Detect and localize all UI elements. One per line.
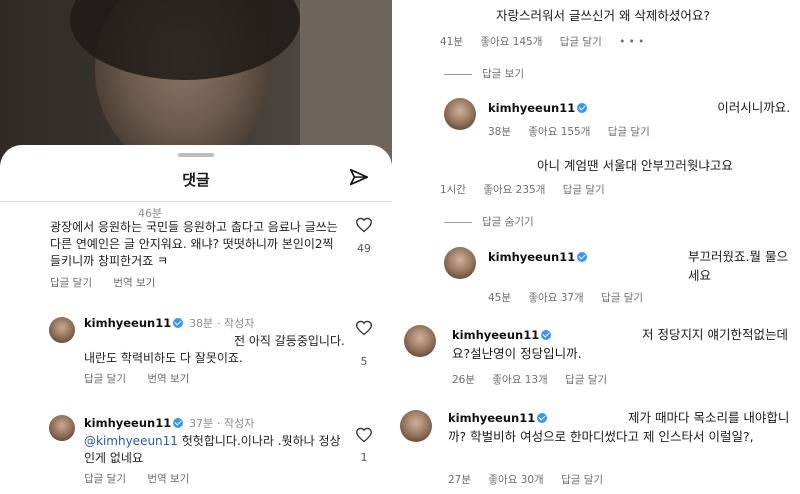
- reply-button[interactable]: 답글 달기: [560, 36, 602, 48]
- comments-sheet: 댓글 46분 광장에서 응원하는 국민들 응원하고 춥다고 음료나 글쓰는 다른…: [0, 145, 392, 494]
- hide-replies-label: 답글 숨기기: [482, 216, 534, 228]
- like-count[interactable]: 좋아요 235개: [483, 184, 545, 196]
- comment-time: 41분: [440, 36, 464, 48]
- comment-3-text: @kimhyeeun11 헛헛합니다.이나라 .뭣하나 정상인게 없네요: [84, 433, 346, 467]
- comment-text: 자랑스러워서 글쓰신거 왜 삭제하셨어요?: [496, 8, 711, 23]
- more-options-icon[interactable]: • • •: [619, 36, 644, 48]
- send-icon[interactable]: [348, 167, 370, 189]
- comment-header: kimhyeeun11 이러시니까요.: [488, 98, 790, 118]
- like-count[interactable]: 좋아요 37개: [528, 292, 583, 304]
- comment-text: 제가 때마다 목소리를 내야합니까? 학벌비하 여성으로 한마디썼다고 제 인스…: [448, 410, 790, 444]
- like-count[interactable]: 좋아요 145개: [480, 36, 542, 48]
- divider-line: [444, 73, 472, 75]
- avatar[interactable]: [444, 247, 476, 279]
- avatar[interactable]: [49, 415, 75, 441]
- like-count[interactable]: 좋아요 155개: [528, 126, 590, 138]
- verified-badge-icon: [173, 318, 184, 328]
- like-count: 1: [360, 451, 368, 464]
- photo-window: [300, 0, 392, 165]
- username[interactable]: kimhyeeun11: [488, 101, 575, 115]
- hide-replies-button[interactable]: 답글 숨기기: [444, 214, 534, 229]
- reply-button[interactable]: 답글 달기: [601, 292, 643, 304]
- reply-button[interactable]: 답글 달기: [561, 474, 603, 486]
- reply-button[interactable]: 답글 달기: [50, 277, 92, 289]
- username[interactable]: kimhyeeun11: [84, 316, 171, 330]
- reply-button[interactable]: 답글 달기: [84, 473, 126, 485]
- comment-actions: 41분 좋아요 145개 답글 달기 • • •: [440, 34, 658, 49]
- comment-time: 27분: [448, 474, 472, 486]
- username[interactable]: kimhyeeun11: [84, 416, 171, 430]
- comment-actions: 26분 좋아요 13개 답글 달기: [452, 372, 621, 387]
- comment-time: 37분: [189, 417, 214, 430]
- view-replies-button[interactable]: 답글 보기: [444, 66, 524, 81]
- right-screenshot: 자랑스러워서 글쓰신거 왜 삭제하셨어요? 41분 좋아요 145개 답글 달기…: [392, 0, 800, 494]
- verified-badge-icon: [577, 103, 588, 113]
- avatar[interactable]: [49, 317, 75, 343]
- comment-2-text: 전 아직 갈등중입니다. 내란도 학력비하도 다 잘못이죠.: [84, 334, 345, 365]
- comment-1-text: 광장에서 응원하는 국민들 응원하고 춥다고 음료나 글쓰는 다른 연예인은 글…: [50, 220, 338, 268]
- verified-badge-icon: [173, 418, 184, 428]
- comment-actions: 45분 좋아요 37개 답글 달기: [488, 290, 657, 305]
- avatar[interactable]: [444, 98, 476, 130]
- comment-text: 저 정당지지 얘기한적없는데요?설난영이 정당입니까.: [452, 327, 788, 361]
- translate-button[interactable]: 번역 보기: [113, 277, 155, 289]
- comment-time: 38분: [488, 126, 512, 138]
- translate-button[interactable]: 번역 보기: [147, 473, 189, 485]
- comment-time: 38분: [189, 317, 214, 330]
- comment-text: 부끄러웠죠.뭘 물으세요: [688, 249, 788, 283]
- heart-icon[interactable]: [355, 320, 373, 336]
- comment-time: 1시간: [440, 184, 467, 196]
- comment-actions: 38분 좋아요 155개 답글 달기: [488, 124, 664, 139]
- sheet-title: 댓글: [182, 171, 210, 189]
- view-replies-label: 답글 보기: [482, 68, 524, 80]
- sheet-drag-handle[interactable]: [178, 153, 214, 157]
- comment-header: kimhyeeun11: [488, 247, 589, 267]
- comment-time: 45분: [488, 292, 512, 304]
- divider-line: [444, 221, 472, 223]
- post-photo: [0, 0, 392, 170]
- comment-2-header: kimhyeeun11 38분 · 작성자: [84, 316, 255, 330]
- like-count[interactable]: 좋아요 13개: [492, 374, 547, 386]
- heart-icon[interactable]: [355, 427, 373, 443]
- comment-text: 아니 계엄땐 서울대 안부끄러웟냐고요: [537, 158, 733, 173]
- avatar[interactable]: [404, 325, 436, 357]
- reply-button[interactable]: 답글 달기: [565, 374, 607, 386]
- comment-1-actions: 답글 달기 번역 보기: [50, 275, 173, 290]
- comment-text: 이러시니까요.: [717, 100, 791, 115]
- translate-button[interactable]: 번역 보기: [147, 373, 189, 385]
- comment-actions: 27분 좋아요 30개 답글 달기: [448, 472, 617, 487]
- reply-button[interactable]: 답글 달기: [84, 373, 126, 385]
- avatar[interactable]: [400, 410, 432, 442]
- left-screenshot: 댓글 46분 광장에서 응원하는 국민들 응원하고 춥다고 음료나 글쓰는 다른…: [0, 0, 392, 494]
- mention-link[interactable]: @kimhyeeun11: [84, 434, 178, 448]
- sheet-divider: [0, 201, 392, 202]
- reply-button[interactable]: 답글 달기: [563, 184, 605, 196]
- verified-badge-icon: [577, 252, 588, 262]
- like-count: 5: [360, 355, 368, 368]
- heart-icon[interactable]: [355, 217, 373, 233]
- comment-time: 26분: [452, 374, 476, 386]
- comment-actions: 1시간 좋아요 235개 답글 달기: [440, 182, 619, 197]
- comment-3-actions: 답글 달기 번역 보기: [84, 471, 207, 486]
- like-count: 49: [357, 242, 371, 255]
- author-tag: 작성자: [224, 417, 255, 430]
- like-count[interactable]: 좋아요 30개: [488, 474, 543, 486]
- reply-button[interactable]: 답글 달기: [608, 126, 650, 138]
- comment-3-header: kimhyeeun11 37분 · 작성자: [84, 416, 255, 430]
- comment-2-actions: 답글 달기 번역 보기: [84, 371, 207, 386]
- author-tag: 작성자: [224, 317, 255, 330]
- username[interactable]: kimhyeeun11: [488, 250, 575, 264]
